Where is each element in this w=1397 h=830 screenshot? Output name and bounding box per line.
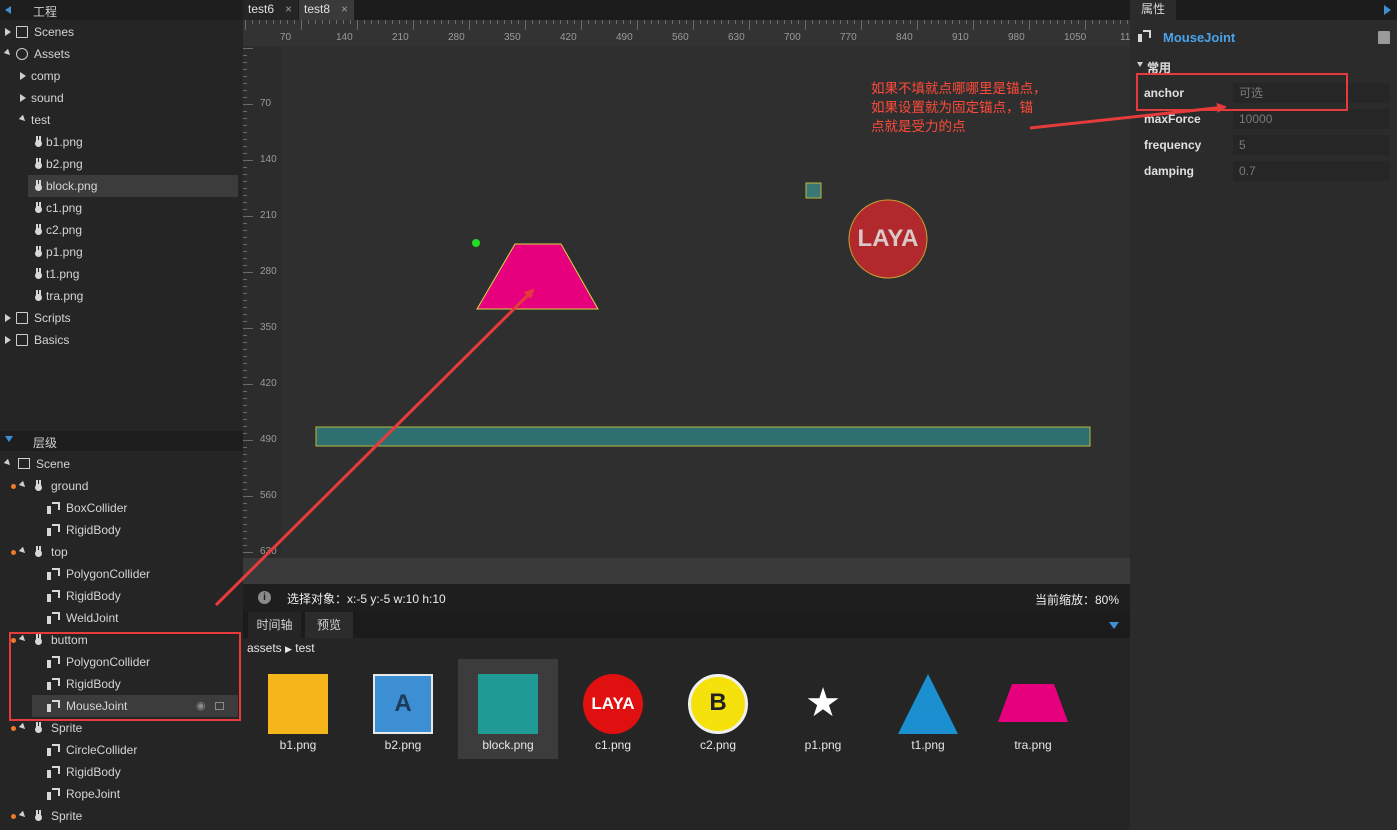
arrow-to-anchor xyxy=(1029,102,1227,130)
ide-window: 工程 Scenes Assets comp sound test b1.png b2.png… xyxy=(0,0,1397,830)
arrow-to-trapezoid xyxy=(214,288,535,607)
annotation-arrows xyxy=(214,102,1227,607)
